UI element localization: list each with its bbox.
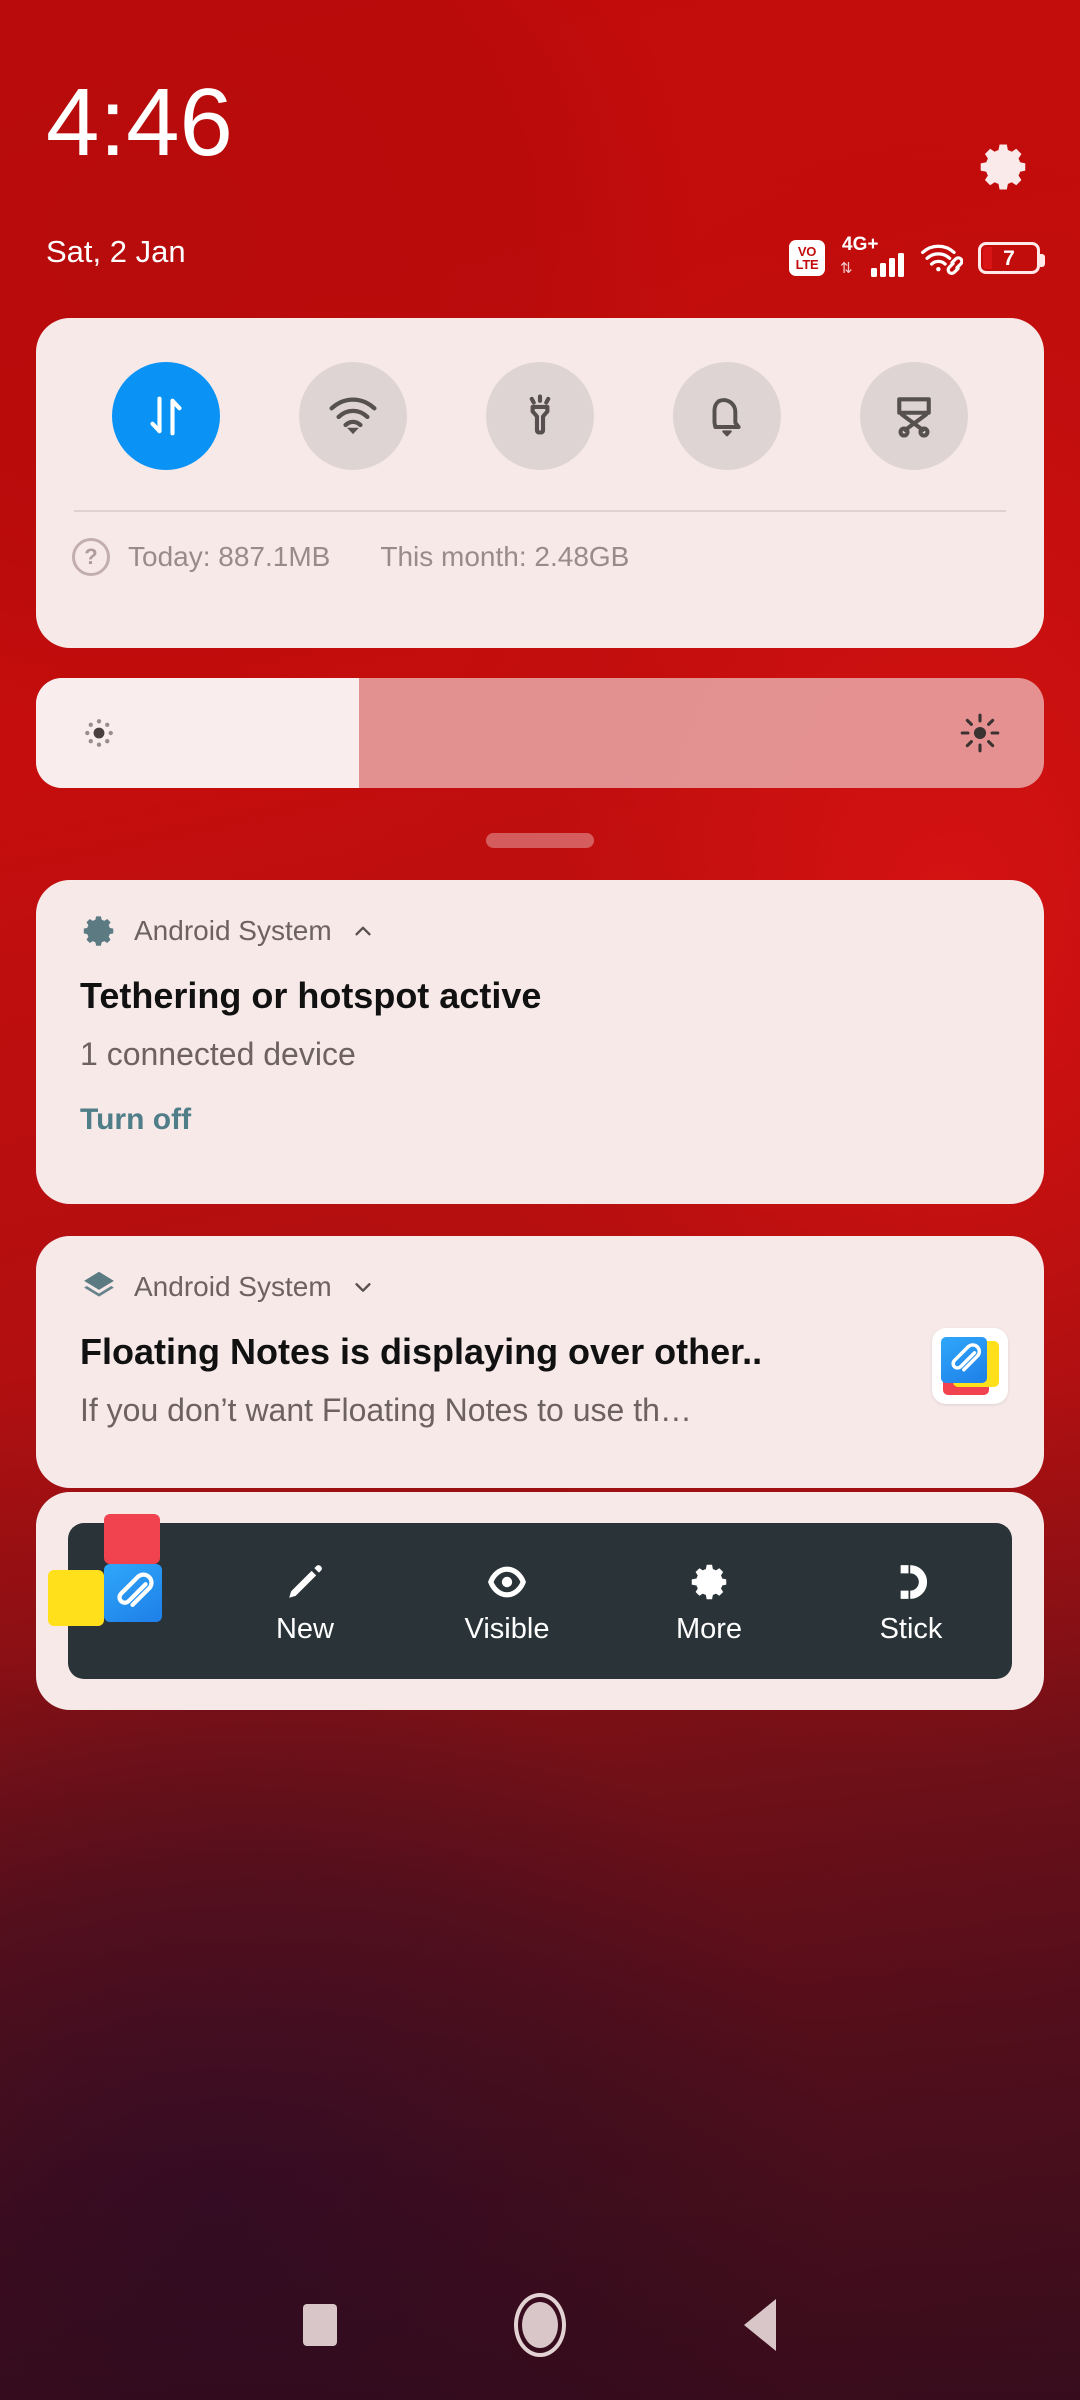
shade-header: 4:46 Sat, 2 Jan VO LTE 4G+ ⇅ 7 [0,0,1080,300]
notification-floating-notes-overlay[interactable]: Android System Floating Notes is display… [36,1236,1044,1488]
paperclip-icon [112,1571,156,1615]
notification-tethering[interactable]: Android System Tethering or hotspot acti… [36,880,1044,1204]
paperclip-icon [947,1342,983,1378]
qs-tile-screenshot[interactable] [860,362,969,470]
battery-fill [983,247,992,269]
gear-icon [686,1559,732,1605]
floating-notes-widget: New Visible More Stick [48,1514,1012,1679]
notification-body: 1 connected device [80,1036,356,1073]
floating-notes-app-icon[interactable] [48,1514,178,1638]
widget-action-visible[interactable]: Visible [406,1559,608,1644]
chevron-down-icon[interactable] [352,1276,374,1298]
notification-title: Floating Notes is displaying over other.… [80,1331,763,1372]
recents-square-icon [303,2304,337,2346]
notification-app-label: Android System [134,915,332,946]
quick-settings-panel: ? Today: 887.1MB This month: 2.48GB [36,318,1044,648]
notification-header: Android System [36,1236,1044,1306]
brightness-low-icon [78,712,120,754]
note-yellow-layer [48,1570,104,1626]
network-type-label: 4G+ [842,234,879,255]
widget-action-new[interactable]: New [204,1559,406,1644]
notification-body: If you don’t want Floating Notes to use … [80,1392,692,1429]
widget-action-label: New [275,1612,334,1645]
floating-notes-app-icon [932,1328,1008,1404]
notification-text-column: Floating Notes is displaying over other.… [36,1306,932,1429]
notification-content-row: Floating Notes is displaying over other.… [36,1306,1044,1429]
shade-drag-handle[interactable] [486,833,594,848]
widget-action-label: Visible [464,1612,550,1645]
signal-bars-icon: 4G+ ⇅ [840,234,904,278]
note-red-layer [104,1514,160,1564]
qs-tile-mobile-data[interactable] [111,362,220,470]
widget-action-label: Stick [879,1612,943,1645]
status-bar-icons: VO LTE 4G+ ⇅ 7 [789,234,1045,278]
turn-off-button[interactable]: Turn off [36,1073,1044,1137]
wifi-hotspot-icon [919,240,963,276]
quick-settings-tiles [36,318,1044,470]
signal-bar-group [871,253,904,277]
pencil-icon [283,1559,327,1605]
clock: 4:46 [46,69,233,176]
volte-bottom-label: LTE [795,257,819,272]
notification-shade: 4:46 Sat, 2 Jan VO LTE 4G+ ⇅ 7 ? Today: … [0,0,1080,2400]
usage-today-label: Today: 887.1MB [128,541,331,572]
data-usage-row[interactable]: ? Today: 887.1MB This month: 2.48GB [36,512,1044,576]
widget-actions: New Visible More Stick [204,1559,1012,1644]
widget-action-stick[interactable]: Stick [810,1559,1012,1644]
back-button[interactable] [650,2299,870,2351]
battery-icon: 7 [978,242,1045,274]
data-activity-arrows-icon: ⇅ [840,260,853,277]
gear-icon [80,912,118,950]
battery-level-label: 7 [1003,246,1015,270]
back-triangle-icon [744,2299,776,2351]
floating-notes-widget-card: New Visible More Stick [36,1492,1044,1710]
brightness-high-icon [958,711,1002,755]
date-label: Sat, 2 Jan [46,234,186,269]
widget-action-label: More [675,1612,743,1645]
help-icon[interactable]: ? [72,538,110,576]
settings-gear-icon[interactable] [978,140,1032,194]
brightness-slider[interactable] [36,678,1044,788]
chevron-up-icon[interactable] [352,920,374,942]
notification-header: Android System [36,880,1044,950]
magnet-icon [888,1559,934,1605]
usage-month-label: This month: 2.48GB [380,541,630,572]
eye-icon [483,1559,531,1605]
recents-button[interactable] [210,2304,430,2346]
home-button[interactable] [430,2293,650,2357]
navigation-bar [0,2250,1080,2400]
home-circle-icon [514,2293,566,2357]
volte-icon: VO LTE [789,240,825,276]
qs-tile-sound[interactable] [673,362,782,470]
notification-title: Tethering or hotspot active [80,975,542,1016]
widget-action-more[interactable]: More [608,1559,810,1644]
layers-icon [80,1268,118,1306]
notification-app-label: Android System [134,1271,332,1302]
qs-tile-wifi[interactable] [298,362,407,470]
note-stack [941,1337,999,1395]
qs-tile-flashlight[interactable] [485,362,594,470]
